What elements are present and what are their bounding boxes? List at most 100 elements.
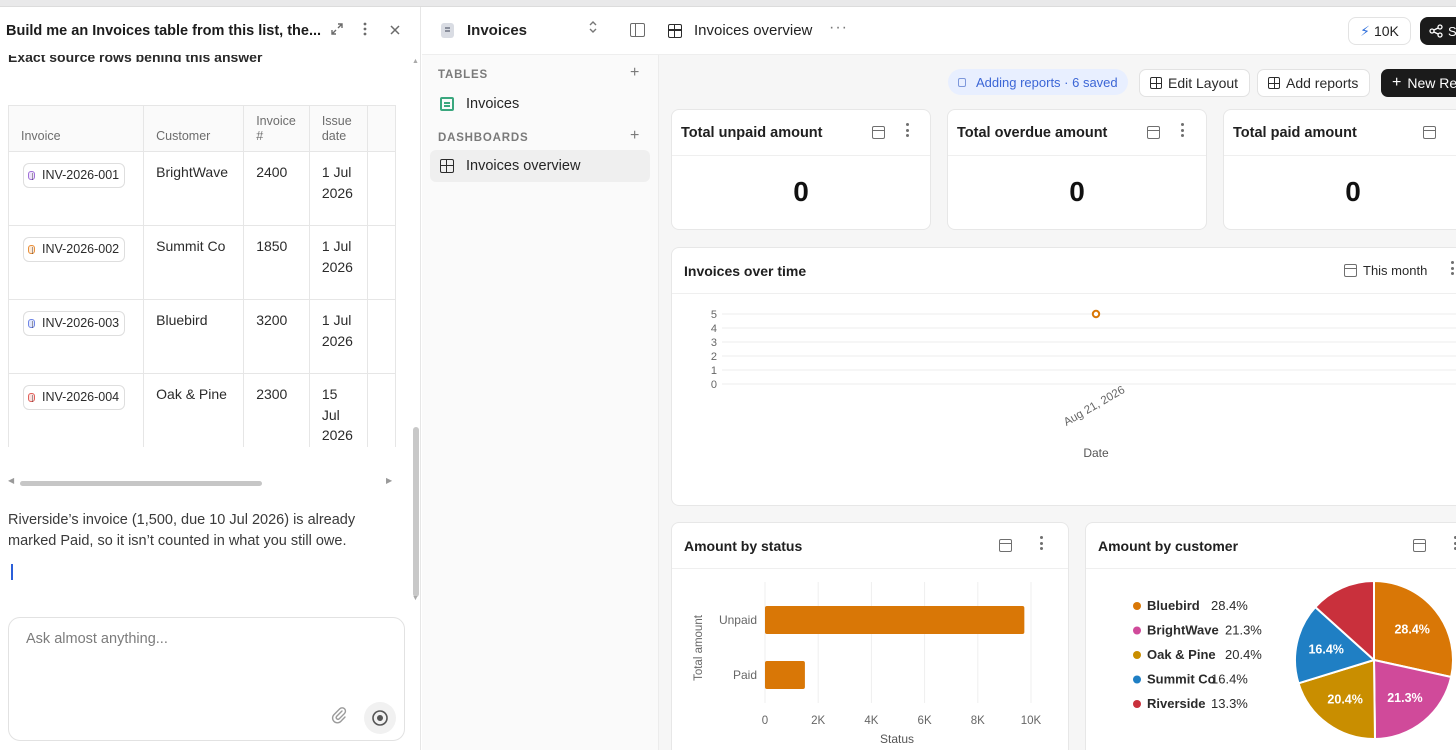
x-axis-label: Date: [1083, 446, 1109, 460]
more-vertical-icon[interactable]: [1451, 261, 1455, 278]
invoice-number-cell[interactable]: 2400: [243, 151, 310, 226]
column-header[interactable]: [367, 105, 396, 152]
invoice-pill[interactable]: INV-2026-001: [23, 163, 126, 188]
column-header[interactable]: Customer: [143, 105, 245, 152]
app: Build me an Invoices table from this lis…: [0, 0, 1456, 750]
chat-header: Build me an Invoices table from this lis…: [0, 7, 420, 55]
add-dashboard-icon[interactable]: +: [630, 127, 639, 145]
paperclip-icon[interactable]: [331, 706, 349, 726]
add-reports-label: Add reports: [1286, 75, 1359, 91]
card-title: Total overdue amount: [957, 125, 1108, 141]
invoice-cell[interactable]: INV-2026-004: [8, 373, 145, 447]
send-button[interactable]: [364, 702, 396, 734]
customer-cell[interactable]: BrightWave: [143, 151, 245, 226]
table-row[interactable]: INV-2026-003 Bluebird 3200 1 Jul 2026: [8, 299, 396, 374]
card-header: Total overdue amount: [948, 110, 1206, 156]
customer-cell[interactable]: Oak & Pine: [143, 373, 245, 447]
column-header[interactable]: Invoice #: [243, 105, 310, 152]
database-name[interactable]: Invoices: [467, 22, 527, 39]
chat-vertical-scrollbar[interactable]: ▲ ▼: [412, 55, 420, 615]
scroll-left-arrow-icon[interactable]: ◀: [8, 476, 14, 485]
table-row[interactable]: INV-2026-004 Oak & Pine 2300 15 Jul 2026: [8, 373, 396, 447]
issue-date-cell[interactable]: 1 Jul 2026: [308, 299, 369, 374]
invoice-cell[interactable]: INV-2026-001: [8, 151, 145, 226]
truncated-cell[interactable]: [367, 299, 396, 374]
truncated-cell[interactable]: [367, 373, 396, 447]
tables-section-label: TABLES: [438, 69, 488, 81]
x-tick-label: 8K: [971, 715, 985, 727]
source-rows-table-container[interactable]: Invoice Customer Invoice # Issue date IN…: [8, 105, 396, 447]
truncated-cell[interactable]: [367, 151, 396, 226]
calendar-icon[interactable]: [872, 126, 885, 139]
expand-icon[interactable]: [327, 21, 347, 41]
scrollbar-thumb[interactable]: [413, 427, 419, 597]
invoice-cell[interactable]: INV-2026-002: [8, 225, 145, 300]
page-title[interactable]: Invoices overview: [694, 22, 812, 39]
more-vertical-icon[interactable]: [906, 123, 910, 140]
invoice-pill[interactable]: INV-2026-002: [23, 237, 126, 262]
invoice-cell[interactable]: INV-2026-003: [8, 299, 145, 374]
share-button[interactable]: S: [1420, 17, 1456, 45]
kpi-value: 0: [1345, 176, 1361, 207]
invoice-number-cell[interactable]: 1850: [243, 225, 310, 300]
more-vertical-icon[interactable]: [355, 21, 375, 41]
adding-reports-status[interactable]: Adding reports · 6 saved: [948, 69, 1128, 95]
issue-date-cell[interactable]: 1 Jul 2026: [308, 151, 369, 226]
chat-composer[interactable]: Ask almost anything...: [8, 617, 405, 741]
kpi-card-total-unpaid[interactable]: Total unpaid amount 0: [671, 109, 931, 230]
close-icon[interactable]: [385, 21, 405, 41]
table-row[interactable]: INV-2026-001 BrightWave 2400 1 Jul 2026: [8, 151, 396, 226]
sidebar-toggle-icon[interactable]: [630, 23, 645, 37]
chevron-up-down-icon[interactable]: [588, 20, 598, 37]
customer-cell[interactable]: Bluebird: [143, 299, 245, 374]
chat-messages[interactable]: Exact source rows behind this answer Inv…: [0, 55, 420, 615]
invoice-number-cell[interactable]: 2300: [243, 373, 310, 447]
card-header: Total paid amount: [1224, 110, 1456, 156]
legend-swatch: [1133, 626, 1141, 635]
calendar-icon[interactable]: [1423, 126, 1436, 139]
table-horizontal-scrollbar[interactable]: ◀ ▶: [8, 476, 396, 487]
sidebar-item-invoices-overview[interactable]: Invoices overview: [430, 150, 650, 182]
issue-date-cell[interactable]: 1 Jul 2026: [308, 225, 369, 300]
scroll-down-arrow-icon[interactable]: ▼: [412, 595, 419, 602]
date-range-button[interactable]: This month: [1344, 263, 1427, 278]
edit-layout-button[interactable]: Edit Layout: [1139, 69, 1251, 97]
amount-by-customer-card[interactable]: Amount by customer Bluebird 28.4% BrightWa…: [1085, 522, 1456, 750]
scrollbar-thumb[interactable]: [20, 481, 262, 486]
scroll-up-arrow-icon[interactable]: ▲: [412, 58, 419, 65]
issue-date-cell[interactable]: 15 Jul 2026: [308, 373, 369, 447]
calendar-icon[interactable]: [999, 539, 1012, 552]
legend-swatch: [1133, 651, 1141, 659]
add-reports-button[interactable]: Add reports: [1257, 69, 1371, 97]
x-tick-label: 4K: [864, 715, 878, 727]
sidebar-item-invoices-table[interactable]: Invoices: [430, 88, 650, 120]
add-table-icon[interactable]: +: [630, 64, 639, 82]
customer-cell[interactable]: Summit Co: [143, 225, 245, 300]
column-header[interactable]: Invoice: [8, 105, 145, 152]
scroll-right-arrow-icon[interactable]: ▶: [386, 476, 392, 485]
dashboard-icon: [440, 159, 454, 173]
calendar-icon[interactable]: [1147, 126, 1160, 139]
more-vertical-icon[interactable]: [1181, 123, 1185, 140]
column-header[interactable]: Issue date: [308, 105, 369, 152]
composer-input[interactable]: Ask almost anything...: [26, 631, 168, 647]
invoice-pill[interactable]: INV-2026-003: [23, 311, 126, 336]
truncated-cell[interactable]: [367, 225, 396, 300]
invoice-pill[interactable]: INV-2026-004: [23, 385, 126, 410]
credits-count: 10K: [1373, 23, 1399, 39]
amount-by-status-card[interactable]: Amount by status 0 2K 4K 6K 8K 10K Unpaid Paid S…: [671, 522, 1069, 750]
x-tick-label: Aug 21, 2026: [1062, 384, 1127, 429]
sidebar-header[interactable]: Invoices: [422, 7, 659, 55]
slice-label: 21.3%: [1387, 691, 1422, 705]
legend-label: Oak & Pine: [1147, 647, 1216, 662]
table-row[interactable]: INV-2026-002 Summit Co 1850 1 Jul 2026: [8, 225, 396, 300]
new-report-button[interactable]: + New Re: [1381, 69, 1456, 97]
invoice-number-cell[interactable]: 3200: [243, 299, 310, 374]
invoices-over-time-card[interactable]: Invoices over time This month 0 1 2 3 4 5 Aug …: [671, 247, 1456, 506]
kpi-card-total-paid[interactable]: Total paid amount 0: [1223, 109, 1456, 230]
more-vertical-icon[interactable]: [1040, 536, 1044, 553]
more-horizontal-icon[interactable]: ···: [829, 19, 848, 37]
kpi-card-total-overdue[interactable]: Total overdue amount 0: [947, 109, 1207, 230]
calendar-icon[interactable]: [1413, 539, 1426, 552]
credits-button[interactable]: ⚡ 10K: [1348, 17, 1411, 45]
